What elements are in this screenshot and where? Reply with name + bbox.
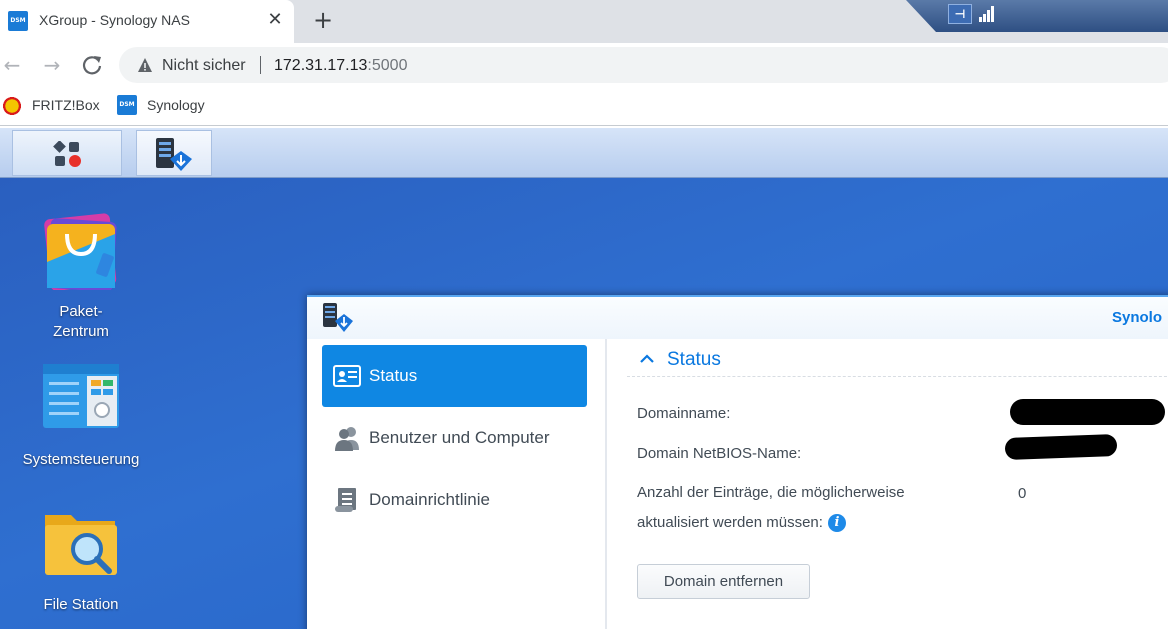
new-tab-button[interactable]: + [310, 8, 336, 34]
reload-icon[interactable] [78, 51, 106, 79]
sidebar-item-label: Domainrichtlinie [369, 490, 490, 509]
window-sidebar: Status Benutzer und Computer Domainricht… [307, 339, 607, 629]
control-panel-icon [43, 364, 119, 428]
pending-entries-label: Anzahl der Einträge, die möglicherweise … [637, 478, 905, 538]
synology-dsm-icon: DSM [117, 95, 137, 116]
sidebar-item-label: Status [369, 366, 418, 385]
label-line-2: Zentrum [53, 323, 109, 340]
address-separator [260, 56, 261, 74]
browser-toolbar: ← → Nicht sicher 172.31.17.13:5000 [0, 43, 1168, 86]
security-status-label[interactable]: Nicht sicher [162, 57, 246, 75]
back-arrow-icon[interactable]: ← [0, 51, 26, 79]
label-line-2-text: aktualisiert werden müssen: [637, 514, 823, 531]
main-menu-icon [53, 141, 81, 167]
system-tray-background [906, 0, 1168, 32]
main-menu-button[interactable] [12, 130, 122, 176]
window-title: Synolo [1112, 309, 1163, 326]
label-line-1: Anzahl der Einträge, die möglicherweise [637, 484, 905, 501]
package-center-icon [44, 213, 117, 292]
sidebar-item-status[interactable]: Status [322, 345, 587, 407]
desktop-icon-label: File Station [43, 596, 119, 613]
netbios-name-label: Domain NetBIOS-Name: [637, 445, 802, 462]
users-icon [335, 427, 359, 451]
chevron-up-icon[interactable] [639, 351, 655, 367]
redacted-domain-name [1010, 399, 1165, 425]
policy-document-icon [335, 488, 356, 512]
url-host: 172.31.17.13 [274, 57, 368, 74]
browser-tabstrip: DSM XGroup - Synology NAS ✕ + ⊣ [0, 0, 1168, 43]
forward-arrow-icon[interactable]: → [38, 51, 66, 79]
sidebar-item-users-computers[interactable]: Benutzer und Computer [322, 407, 587, 469]
desktop-icon-label: Systemsteuerung [22, 451, 140, 468]
warning-triangle-icon[interactable] [137, 57, 153, 73]
status-panel: Status Domainname: Domain NetBIOS-Name: … [627, 339, 1168, 629]
desktop-icon-control-panel[interactable]: Systemsteuerung [6, 358, 156, 470]
directory-server-window: Synolo Status Benutzer und Computer Doma… [307, 295, 1168, 629]
bookmarks-bar: FRITZ!Box DSM Synology [0, 86, 1168, 126]
domain-name-label: Domainname: [637, 405, 731, 422]
window-header[interactable]: Synolo [307, 297, 1168, 339]
label-line-2: aktualisiert werden müssen: i [637, 508, 905, 538]
system-tray: ⊣ [906, 0, 1168, 32]
bookmark-fritzbox[interactable]: FRITZ!Box [2, 95, 100, 117]
section-title: Status [667, 349, 721, 370]
dsm-desktop: Paket- Zentrum Systemsteuerung File Stat… [0, 178, 1168, 629]
url-port: :5000 [367, 57, 408, 74]
directory-server-icon [323, 303, 353, 332]
bookmark-label: Synology [147, 97, 205, 113]
bookmark-synology[interactable]: DSM Synology [117, 95, 205, 117]
file-station-icon [45, 515, 117, 575]
remote-connection-icon[interactable]: ⊣ [948, 4, 972, 24]
dsm-taskbar [0, 128, 1168, 178]
sidebar-item-label: Benutzer und Computer [369, 428, 550, 447]
taskbar-directory-server-button[interactable] [136, 130, 212, 176]
sidebar-item-domain-policy[interactable]: Domainrichtlinie [322, 469, 587, 531]
dsm-favicon-icon: DSM [8, 11, 28, 31]
tab-title: XGroup - Synology NAS [39, 12, 190, 28]
redacted-netbios-name [1004, 434, 1118, 460]
label-line-1: Paket- [59, 303, 103, 320]
url-text[interactable]: 172.31.17.13:5000 [274, 57, 407, 75]
fritzbox-icon [2, 95, 22, 116]
remove-domain-button[interactable]: Domain entfernen [637, 564, 810, 599]
address-bar[interactable]: Nicht sicher 172.31.17.13:5000 [119, 47, 1168, 83]
pending-entries-value: 0 [1018, 485, 1027, 502]
desktop-icon-package-center[interactable]: Paket- Zentrum [6, 210, 156, 342]
signal-strength-icon[interactable] [978, 5, 996, 23]
status-section-header[interactable]: Status [627, 349, 1168, 377]
tab-close-icon[interactable]: ✕ [264, 9, 286, 31]
bookmark-label: FRITZ!Box [32, 97, 100, 113]
directory-server-icon [156, 138, 192, 171]
desktop-icon-label: Paket- Zentrum [6, 302, 156, 342]
browser-tab[interactable]: DSM XGroup - Synology NAS ✕ [0, 0, 294, 43]
desktop-icon-file-station[interactable]: File Station [6, 503, 156, 615]
status-card-icon [333, 365, 361, 387]
info-icon[interactable]: i [827, 514, 846, 533]
